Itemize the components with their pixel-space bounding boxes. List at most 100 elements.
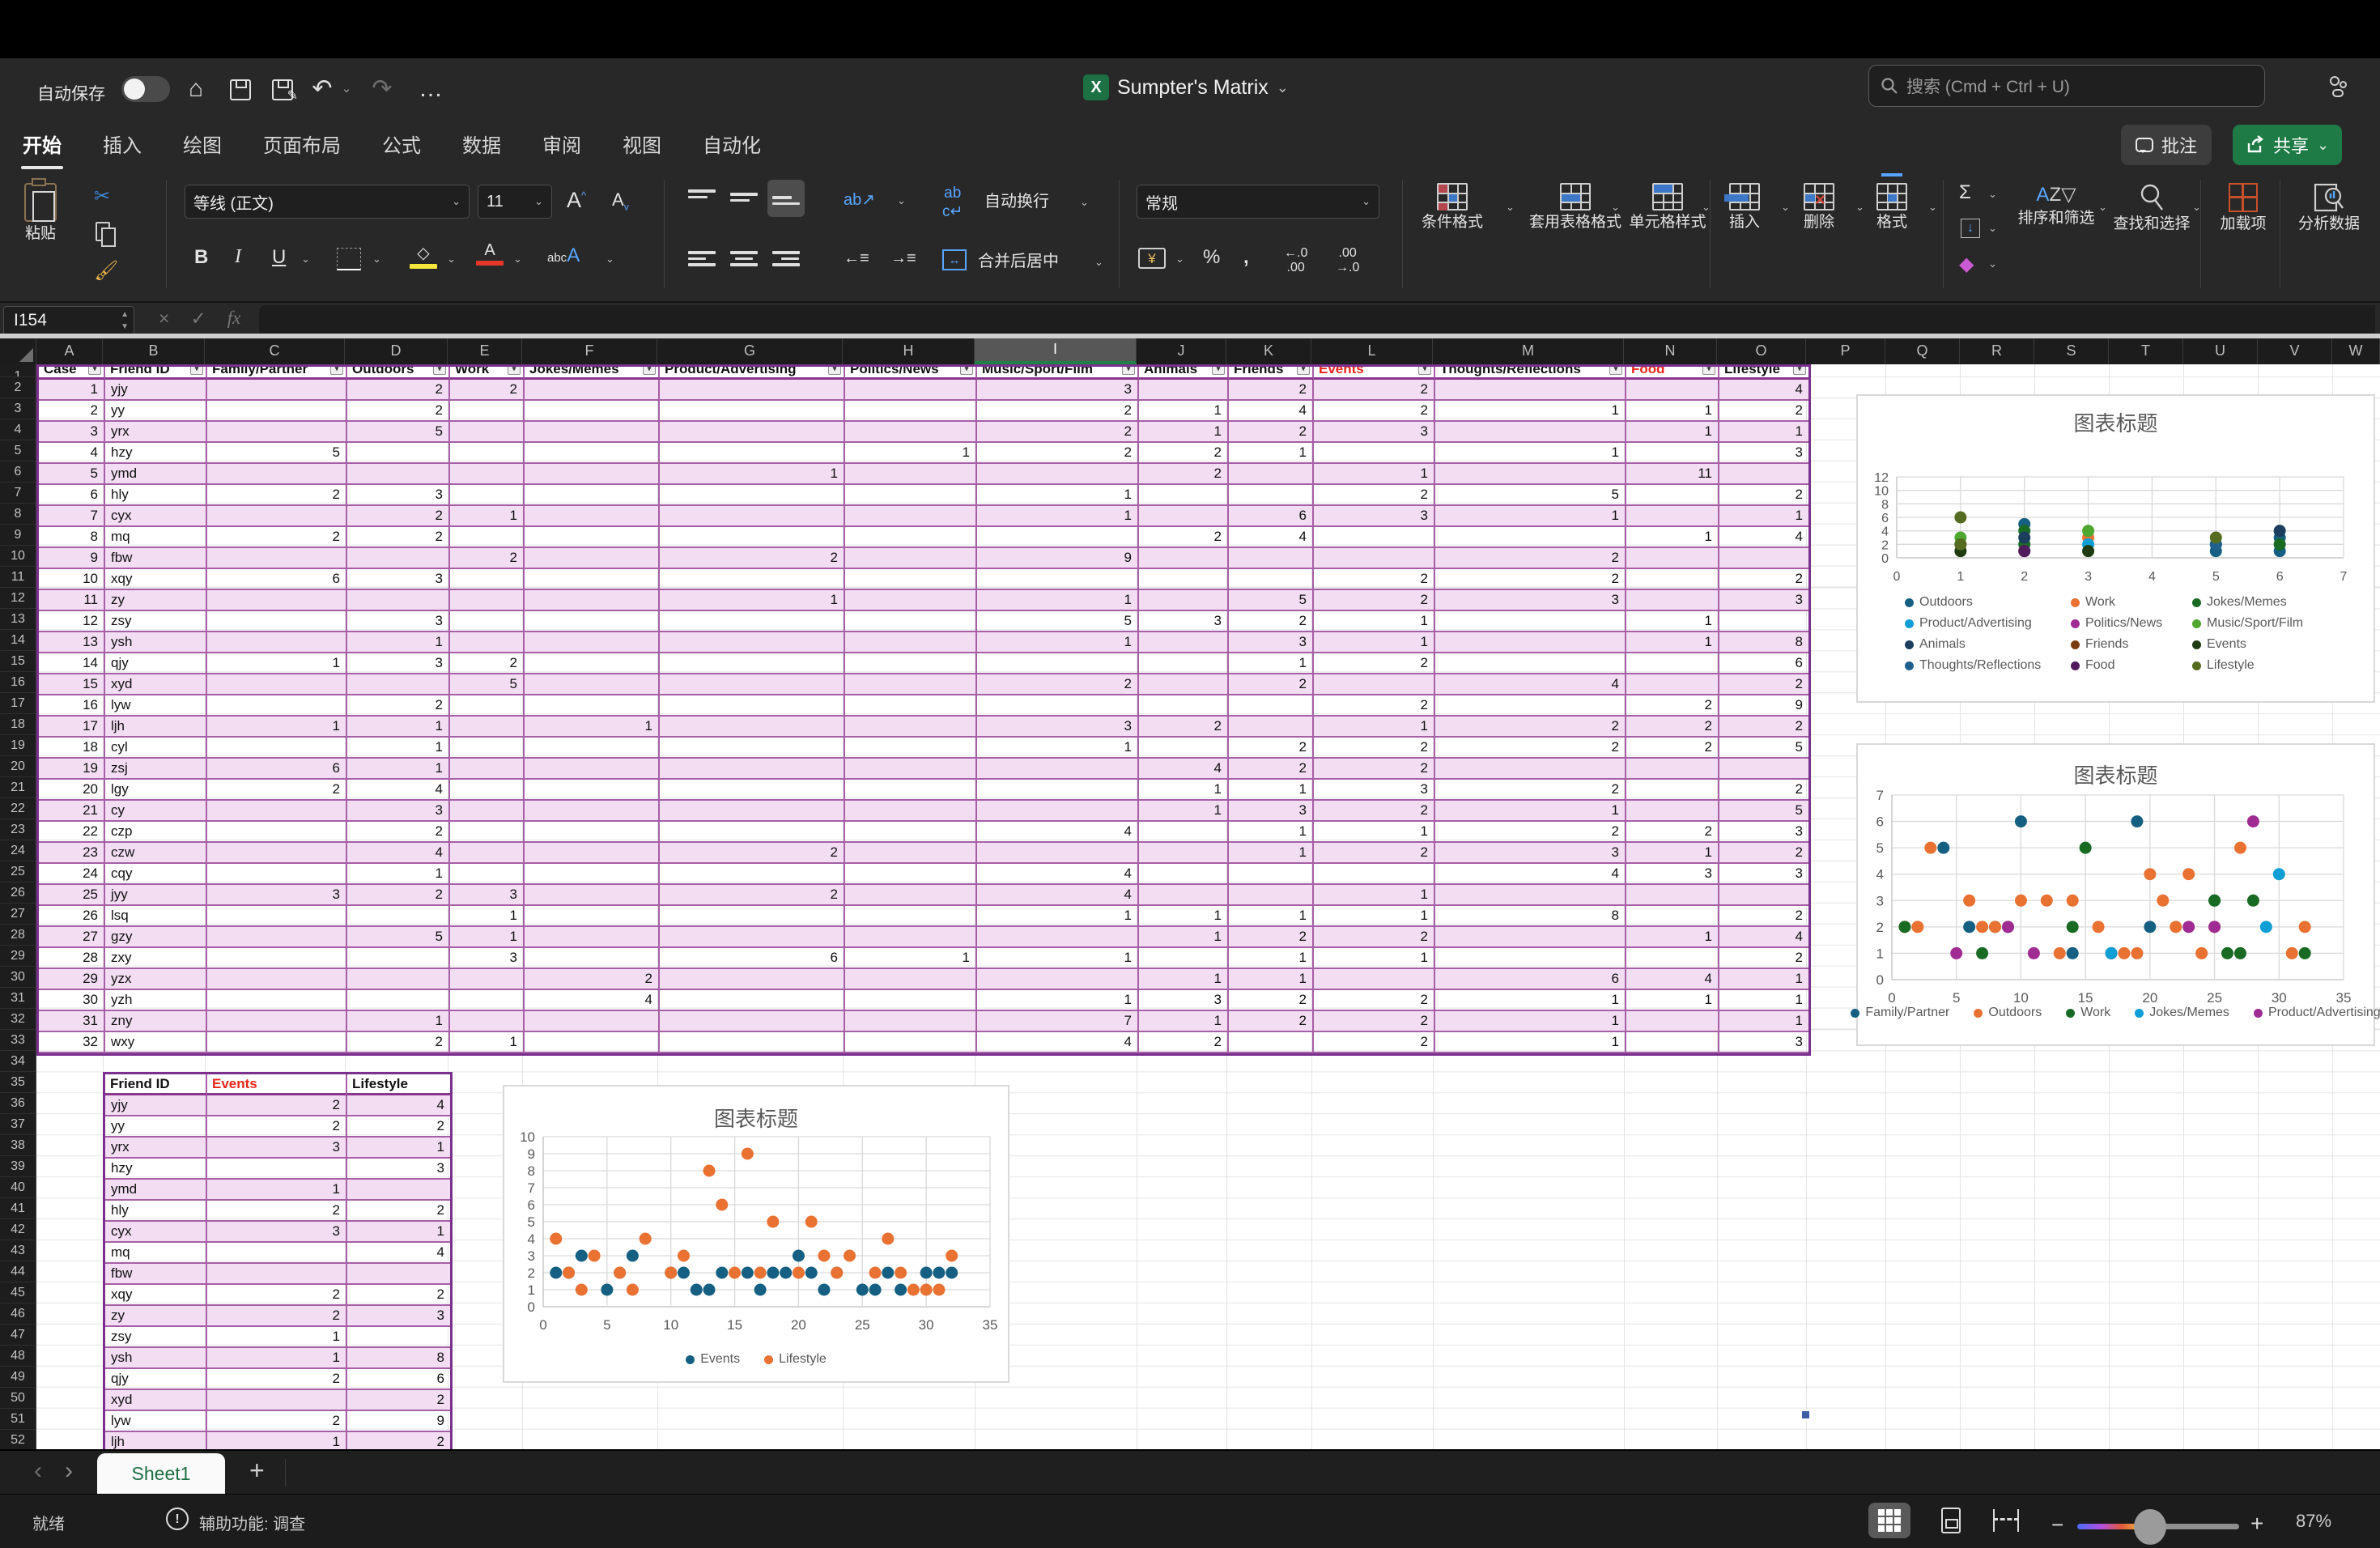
italic-button[interactable]: I [235, 246, 241, 268]
cell[interactable]: 6 [347, 1369, 450, 1390]
cell[interactable]: 26 [39, 906, 105, 927]
cell[interactable] [1626, 780, 1719, 801]
cell[interactable] [1139, 506, 1229, 527]
filter-dropdown-icon[interactable]: ▾ [1212, 367, 1225, 375]
cell[interactable] [347, 464, 450, 485]
cell[interactable]: 2 [1435, 780, 1626, 801]
cell[interactable] [1719, 464, 1808, 485]
cell[interactable] [1435, 464, 1626, 485]
cell[interactable]: 1 [1719, 506, 1808, 527]
cell[interactable]: 1 [845, 948, 977, 969]
main-table-header-Friend ID[interactable]: Friend ID▾ [105, 367, 207, 380]
cell[interactable]: ysh [105, 1348, 207, 1369]
cell[interactable] [207, 590, 347, 611]
cell[interactable] [1626, 443, 1719, 464]
cell[interactable] [660, 738, 845, 759]
cell[interactable] [1719, 548, 1808, 569]
cell[interactable] [660, 380, 845, 401]
cell[interactable] [207, 1390, 347, 1411]
cell[interactable] [1626, 801, 1719, 822]
more-commands-icon[interactable]: … [414, 73, 447, 105]
cell[interactable] [525, 738, 660, 759]
cell[interactable]: 3 [1719, 590, 1808, 611]
cell[interactable]: 3 [347, 653, 450, 674]
cell[interactable]: 1 [1626, 401, 1719, 422]
main-table-header-Events[interactable]: Events▾ [1314, 367, 1435, 380]
row-header-42[interactable]: 42 [0, 1219, 36, 1240]
cell[interactable] [977, 969, 1139, 990]
cell[interactable]: 4 [347, 1243, 450, 1264]
cell[interactable]: 4 [977, 864, 1139, 885]
cell[interactable] [845, 759, 977, 780]
main-table-header-Friends[interactable]: Friends▾ [1229, 367, 1314, 380]
cell[interactable]: 2 [1719, 401, 1808, 422]
merge-dropdown-icon[interactable]: ⌄ [1094, 256, 1103, 269]
cell[interactable] [450, 401, 525, 422]
cut-icon[interactable]: ✂ [94, 185, 110, 208]
cell[interactable]: 3 [977, 380, 1139, 401]
borders-dropdown-icon[interactable]: ⌄ [372, 253, 381, 266]
cell[interactable] [525, 864, 660, 885]
cell[interactable]: 1 [1719, 969, 1808, 990]
cell[interactable]: 2 [347, 1285, 450, 1306]
second-table-header-Events[interactable]: Events [207, 1074, 347, 1095]
cell[interactable]: 2 [1314, 695, 1435, 717]
cell[interactable] [1435, 695, 1626, 717]
cell[interactable]: 5 [450, 674, 525, 695]
cell[interactable]: 1 [1626, 927, 1719, 948]
merge-center-label[interactable]: 合并后居中 [978, 253, 1059, 270]
cell[interactable]: 1 [660, 590, 845, 611]
cell[interactable]: 15 [39, 674, 105, 695]
cell[interactable] [1626, 885, 1719, 906]
cell[interactable] [525, 822, 660, 843]
orientation-dropdown-icon[interactable]: ⌄ [897, 194, 906, 207]
sort-dropdown-icon[interactable]: ⌄ [2098, 201, 2107, 214]
cell[interactable]: 1 [1139, 401, 1229, 422]
cell[interactable]: 2 [207, 1306, 347, 1327]
cell[interactable]: 3 [450, 885, 525, 906]
row-header-41[interactable]: 41 [0, 1198, 36, 1219]
cell[interactable] [450, 801, 525, 822]
filter-dropdown-icon[interactable]: ▾ [1702, 367, 1715, 375]
cell[interactable]: 8 [347, 1348, 450, 1369]
cell[interactable]: 1 [1626, 990, 1719, 1011]
cell[interactable] [207, 801, 347, 822]
cell[interactable] [1314, 548, 1435, 569]
cell[interactable] [845, 864, 977, 885]
cell[interactable]: 2 [1229, 422, 1314, 443]
cell[interactable] [845, 906, 977, 927]
cell[interactable]: yzx [105, 969, 207, 990]
row-header-12[interactable]: 12 [0, 588, 36, 609]
cell[interactable]: 4 [1229, 401, 1314, 422]
cell[interactable]: 1 [977, 485, 1139, 506]
cell[interactable]: cyx [105, 1222, 207, 1243]
cell[interactable] [1139, 948, 1229, 969]
cell[interactable] [450, 759, 525, 780]
cell[interactable] [845, 422, 977, 443]
align-center-icon[interactable] [730, 248, 758, 269]
cell[interactable]: 1 [1435, 801, 1626, 822]
increase-decimal-icon[interactable]: ←.0.00 [1284, 246, 1307, 275]
fill-color-icon[interactable]: ◇ [410, 243, 437, 269]
format-as-table-button[interactable]: 套用表格格式 [1527, 183, 1624, 232]
cell[interactable] [1435, 380, 1626, 401]
fill-dropdown-icon[interactable]: ⌄ [1988, 222, 1997, 235]
cell[interactable] [1314, 443, 1435, 464]
cell[interactable] [525, 548, 660, 569]
cell[interactable]: 2 [1229, 674, 1314, 695]
cell[interactable]: 18 [39, 738, 105, 759]
cancel-icon[interactable]: × [159, 308, 169, 330]
main-table-header-Jokes/Memes[interactable]: Jokes/Memes▾ [525, 367, 660, 380]
cell-styles-button[interactable]: 单元格样式 [1627, 183, 1708, 232]
cell[interactable]: zny [105, 1011, 207, 1032]
row-header-35[interactable]: 35 [0, 1072, 36, 1093]
cell[interactable]: czp [105, 822, 207, 843]
row-header-23[interactable]: 23 [0, 819, 36, 840]
cell[interactable] [1229, 695, 1314, 717]
cell[interactable]: 4 [1139, 759, 1229, 780]
row-header-28[interactable]: 28 [0, 925, 36, 946]
cell[interactable] [450, 422, 525, 443]
cell[interactable] [1229, 1032, 1314, 1053]
cell[interactable]: 1 [1435, 1032, 1626, 1053]
cell[interactable] [525, 485, 660, 506]
